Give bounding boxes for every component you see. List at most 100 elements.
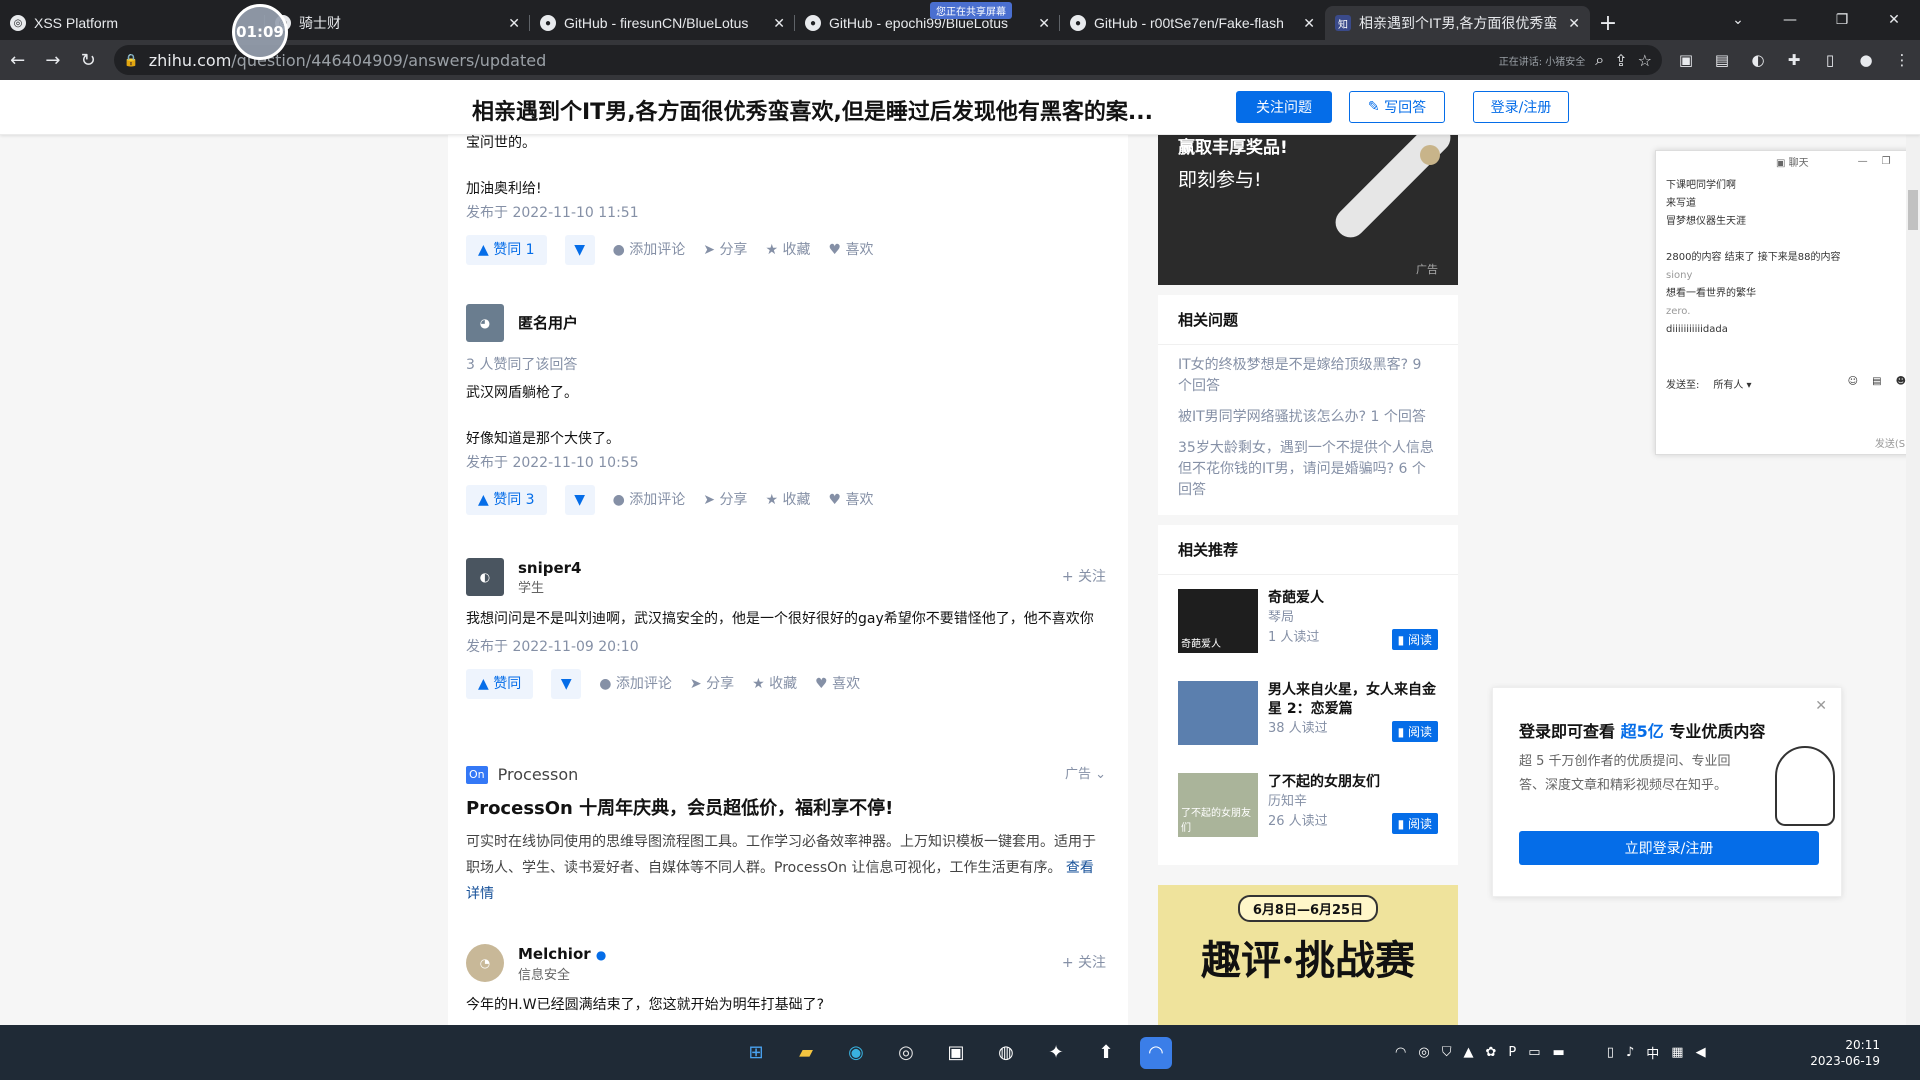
- book-item[interactable]: 奇葩爱人 奇葩爱人 琴局 1 人读过 ▮ 阅读: [1158, 589, 1458, 667]
- tray-icon[interactable]: ▭: [1528, 1045, 1540, 1060]
- user-icon[interactable]: ☻: [1896, 376, 1906, 391]
- mic-icon[interactable]: ♪: [1626, 1045, 1634, 1060]
- collect-button[interactable]: ★ 收藏: [752, 672, 797, 696]
- book-item[interactable]: 了不起的女朋友们 了不起的女朋友们 历知辛 26 人读过 ▮ 阅读: [1158, 773, 1458, 851]
- close-icon[interactable]: ✕: [1815, 698, 1827, 714]
- avatar[interactable]: ◕: [466, 304, 504, 342]
- like-button[interactable]: ♥ 喜欢: [828, 488, 873, 512]
- recipient-select[interactable]: 所有人 ▾: [1713, 376, 1751, 391]
- app-icon[interactable]: ✦: [1040, 1037, 1072, 1069]
- menu-kebab-icon[interactable]: ⋮: [1884, 45, 1920, 75]
- publish-time[interactable]: 发布于 2022-11-10 11:51: [466, 201, 1106, 225]
- tray-icon[interactable]: ◎: [1418, 1045, 1429, 1060]
- bottom-ad-banner[interactable]: 6月8日—6月25日 趣评·挑战赛: [1158, 885, 1458, 1025]
- publish-time[interactable]: 发布于 2022-11-09 20:10: [466, 635, 1106, 659]
- downvote-button[interactable]: ▼: [564, 235, 595, 265]
- avatar[interactable]: ◔: [466, 944, 504, 982]
- question-title[interactable]: 相亲遇到个IT男,各方面很优秀蛮喜欢,但是睡过后发现他有黑客的案...: [472, 94, 1172, 126]
- scrollbar[interactable]: [1906, 80, 1920, 1025]
- back-icon[interactable]: ←: [0, 42, 35, 78]
- bookmark-star-icon[interactable]: ☆: [1638, 51, 1652, 70]
- address-bar[interactable]: 🔒 zhihu.com/question/446404909/answers/u…: [113, 45, 1662, 75]
- shield-icon[interactable]: ⛉: [1442, 1045, 1452, 1060]
- minimize-icon[interactable]: —: [1764, 0, 1816, 40]
- extensions-puzzle-icon[interactable]: ✚: [1776, 45, 1812, 75]
- author-name[interactable]: sniper4: [518, 556, 582, 580]
- file-icon[interactable]: ▤: [1872, 376, 1881, 391]
- app-icon[interactable]: ◍: [990, 1037, 1022, 1069]
- login-register-button[interactable]: 登录/注册: [1473, 91, 1569, 123]
- file-explorer-icon[interactable]: ▰: [790, 1037, 822, 1069]
- battery-icon[interactable]: ▯: [1607, 1045, 1614, 1060]
- share-button[interactable]: ➤ 分享: [690, 672, 734, 696]
- upvote-button[interactable]: ▲ 赞同: [466, 669, 534, 699]
- extension-icon[interactable]: ▣: [1668, 45, 1704, 75]
- recording-timer[interactable]: 01:09: [232, 4, 288, 60]
- edge-icon[interactable]: ◉: [840, 1037, 872, 1069]
- chrome-icon[interactable]: ◎: [890, 1037, 922, 1069]
- reload-icon[interactable]: ↻: [71, 42, 106, 78]
- chat-send-button[interactable]: 发送(S): [1875, 435, 1909, 450]
- close-icon[interactable]: ✕: [1038, 15, 1050, 32]
- new-tab-button[interactable]: +: [1590, 6, 1626, 40]
- close-window-icon[interactable]: ✕: [1868, 0, 1920, 40]
- upvoter-count[interactable]: 3 人赞同了该回答: [466, 353, 1106, 377]
- extension-icon[interactable]: ▤: [1704, 45, 1740, 75]
- follow-author-button[interactable]: + 关注: [1062, 951, 1106, 975]
- emoji-icon[interactable]: ☺: [1848, 376, 1858, 391]
- upvote-button[interactable]: ▲ 赞同 3: [466, 485, 547, 515]
- tab-github-firesun[interactable]: ● GitHub - firesunCN/BlueLotus ✕: [530, 6, 795, 40]
- tray-icon[interactable]: ▲: [1463, 1045, 1473, 1060]
- author-name[interactable]: Melchior ●: [518, 942, 606, 967]
- like-button[interactable]: ♥ 喜欢: [828, 238, 873, 262]
- tab-github-fakeflash[interactable]: ● GitHub - r00tSe7en/Fake-flash ✕: [1060, 6, 1325, 40]
- tab-xss-platform[interactable]: ◎ XSS Platform: [0, 6, 265, 40]
- ime-indicator[interactable]: 中: [1646, 1043, 1659, 1062]
- app-icon[interactable]: ▣: [940, 1037, 972, 1069]
- close-icon[interactable]: ✕: [508, 15, 520, 32]
- ad-title[interactable]: ProcessOn 十周年庆典，会员超低价，福利享不停!: [466, 797, 1106, 821]
- follow-author-button[interactable]: + 关注: [1062, 565, 1106, 589]
- close-icon[interactable]: ✕: [773, 15, 785, 32]
- book-item[interactable]: 男人来自火星，女人来自金星 2：恋爱篇 38 人读过 ▮ 阅读: [1158, 681, 1458, 759]
- related-question-link[interactable]: 被IT男同学网络骚扰该怎么办? 1 个回答: [1158, 407, 1458, 428]
- zoom-icon[interactable]: ⌕: [1595, 50, 1604, 70]
- publish-time[interactable]: 发布于 2022-11-10 10:55: [466, 451, 1106, 475]
- collect-button[interactable]: ★ 收藏: [765, 238, 810, 262]
- related-question-link[interactable]: IT女的终极梦想是不是嫁给顶级黑客? 9 个回答: [1158, 355, 1458, 397]
- tab-github-epochi[interactable]: ● GitHub - epochi99/BlueLotus ✕: [795, 6, 1060, 40]
- tray-icon[interactable]: ✿: [1485, 1045, 1496, 1060]
- downvote-button[interactable]: ▼: [551, 669, 582, 699]
- login-now-button[interactable]: 立即登录/注册: [1519, 831, 1819, 865]
- comment-button[interactable]: ● 添加评论: [599, 672, 672, 696]
- extension-icon[interactable]: ◐: [1740, 45, 1776, 75]
- avatar[interactable]: ◐: [466, 558, 504, 596]
- tab-search-icon[interactable]: ⌄: [1712, 0, 1764, 40]
- close-icon[interactable]: ✕: [1568, 15, 1580, 32]
- read-button[interactable]: ▮ 阅读: [1391, 813, 1438, 834]
- read-button[interactable]: ▮ 阅读: [1391, 629, 1438, 650]
- follow-question-button[interactable]: 关注问题: [1236, 91, 1332, 123]
- comment-button[interactable]: ● 添加评论: [613, 488, 686, 512]
- volume-icon[interactable]: ◀: [1696, 1045, 1706, 1060]
- top-ad-banner[interactable]: 赢取丰厚奖品! 即刻参与! 广告: [1158, 135, 1458, 285]
- restore-icon[interactable]: ❐: [1882, 156, 1891, 167]
- share-button[interactable]: ➤ 分享: [703, 488, 747, 512]
- app-icon[interactable]: ◠: [1140, 1036, 1172, 1069]
- collect-button[interactable]: ★ 收藏: [765, 488, 810, 512]
- tray-icon[interactable]: P: [1508, 1045, 1516, 1060]
- start-icon[interactable]: ⊞: [740, 1037, 772, 1069]
- scrollbar-thumb[interactable]: [1908, 190, 1918, 230]
- related-question-link[interactable]: 35岁大龄剩女，遇到一个不提供个人信息但不花你钱的IT男，请问是婚骗吗? 6 个…: [1158, 438, 1458, 501]
- network-icon[interactable]: ▦: [1671, 1045, 1683, 1060]
- close-icon[interactable]: ✕: [1303, 15, 1315, 32]
- tray-icon[interactable]: ▬: [1553, 1045, 1565, 1060]
- profile-icon[interactable]: ●: [1848, 45, 1884, 75]
- write-answer-button[interactable]: ✎ 写回答: [1349, 91, 1445, 123]
- forward-icon[interactable]: →: [35, 42, 70, 78]
- ad-tag[interactable]: 广告 ⌄: [1065, 763, 1106, 787]
- tab-zhihu[interactable]: 知 相亲遇到个IT男,各方面很优秀蛮 ✕: [1325, 6, 1590, 40]
- minimize-icon[interactable]: —: [1858, 156, 1868, 167]
- restore-icon[interactable]: ❐: [1816, 0, 1868, 40]
- share-button[interactable]: ➤ 分享: [703, 238, 747, 262]
